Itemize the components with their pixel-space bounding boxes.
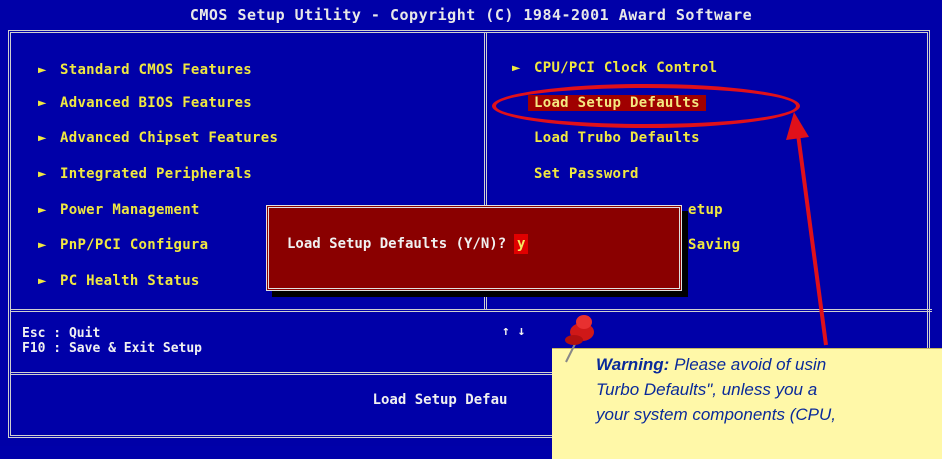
triangle-right-icon: ►: [38, 95, 47, 111]
menu-item-load-trubo-defaults[interactable]: Load Trubo Defaults: [534, 128, 700, 148]
triangle-right-icon: ►: [38, 62, 47, 78]
warning-note-text: Warning: Please avoid of usin Turbo Defa…: [596, 352, 942, 427]
help-save-exit: F10 : Save & Exit Setup: [22, 341, 203, 356]
note-line-3: your system components (CPU,: [596, 405, 836, 424]
menu-item-pnp-pci[interactable]: ► PnP/PCI Configura: [38, 235, 208, 255]
menu-item-standard-cmos[interactable]: ► Standard CMOS Features: [38, 60, 252, 80]
note-line-2: Turbo Defaults", unless you a: [596, 380, 818, 399]
help-divider: [10, 309, 932, 312]
menu-item-set-password[interactable]: Set Password: [534, 164, 639, 184]
menu-item-exit-without-saving[interactable]: Saving: [688, 235, 740, 255]
menu-item-save-exit-setup[interactable]: etup: [688, 200, 723, 220]
menu-item-advanced-bios[interactable]: ► Advanced BIOS Features: [38, 93, 252, 113]
help-quit: Esc : Quit: [22, 326, 101, 341]
window-title: CMOS Setup Utility - Copyright (C) 1984-…: [0, 0, 942, 30]
menu-item-clock-control[interactable]: ► CPU/PCI Clock Control: [512, 58, 717, 78]
menu-item-pc-health[interactable]: ► PC Health Status: [38, 271, 200, 291]
menu-item-power-management[interactable]: ► Power Management: [38, 200, 200, 220]
triangle-right-icon: ►: [512, 60, 521, 76]
confirm-input[interactable]: y: [514, 234, 529, 254]
triangle-right-icon: ►: [38, 202, 47, 218]
menu-item-integrated-peripherals[interactable]: ► Integrated Peripherals: [38, 164, 252, 184]
highlight-ellipse: [492, 84, 800, 128]
menu-item-advanced-chipset[interactable]: ► Advanced Chipset Features: [38, 128, 278, 148]
triangle-right-icon: ►: [38, 130, 47, 146]
confirm-dialog: Load Setup Defaults (Y/N)? y: [266, 205, 682, 291]
dialog-prompt: Load Setup Defaults (Y/N)? y: [287, 234, 529, 254]
triangle-right-icon: ►: [38, 273, 47, 289]
triangle-right-icon: ►: [38, 237, 47, 253]
arrow-keys-hint: ↑ ↓: [502, 324, 526, 339]
note-line-1: Warning: Please avoid of usin: [596, 355, 827, 374]
triangle-right-icon: ►: [38, 166, 47, 182]
